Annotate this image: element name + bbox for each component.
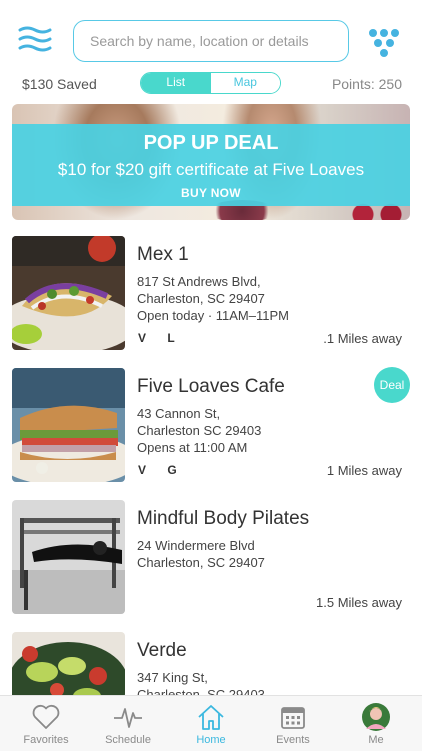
tab-schedule[interactable]: Schedule bbox=[93, 696, 163, 751]
listing-name: Verde bbox=[137, 640, 187, 661]
address-line: Charleston SC 29403 bbox=[137, 423, 262, 438]
address-line: 43 Cannon St, bbox=[137, 406, 221, 421]
savings-label: $130 Saved bbox=[22, 76, 97, 92]
points-label: Points: 250 bbox=[332, 76, 402, 92]
dietary-tags: V L bbox=[138, 331, 175, 345]
list-item[interactable]: Mindful Body Pilates 24 Windermere Blvd … bbox=[0, 500, 422, 616]
address-line: 347 King St, bbox=[137, 670, 208, 685]
search-box[interactable] bbox=[73, 20, 349, 62]
tab-bar: Favorites Schedule Home Events Me bbox=[0, 695, 422, 751]
listing-name: Five Loaves Cafe bbox=[137, 376, 285, 397]
pulse-icon bbox=[114, 708, 142, 728]
listing-name: Mindful Body Pilates bbox=[137, 508, 310, 529]
listing-address: 43 Cannon St, Charleston SC 29403 Opens … bbox=[137, 405, 261, 456]
view-toggle[interactable]: List Map bbox=[140, 72, 281, 94]
tab-label: Home bbox=[196, 734, 226, 746]
tab-home[interactable]: Home bbox=[176, 696, 246, 751]
tab-me[interactable]: Me bbox=[341, 696, 411, 751]
promo-banner[interactable]: POP UP DEAL $10 for $20 gift certificate… bbox=[12, 104, 410, 220]
map-toggle[interactable]: Map bbox=[210, 73, 280, 93]
search-input[interactable] bbox=[88, 32, 348, 50]
tab-label: Favorites bbox=[23, 734, 69, 746]
listing-distance: 1.5 Miles away bbox=[316, 595, 402, 610]
calendar-icon bbox=[281, 707, 305, 729]
heart-icon bbox=[32, 704, 60, 729]
top-bar bbox=[0, 0, 422, 72]
listing-hours: Opens at 11:00 AM bbox=[137, 440, 248, 455]
points-value: 250 bbox=[378, 76, 402, 92]
buy-now-button[interactable]: BUY NOW bbox=[12, 186, 410, 200]
listing-distance: .1 Miles away bbox=[323, 331, 402, 346]
tab-label: Events bbox=[276, 734, 310, 746]
listing-thumbnail bbox=[12, 632, 125, 695]
tab-label: Me bbox=[368, 734, 384, 746]
list-toggle[interactable]: List bbox=[141, 73, 211, 93]
address-line: Charleston, SC 29403 bbox=[137, 687, 265, 695]
filter-icon[interactable] bbox=[367, 28, 401, 58]
avatar bbox=[362, 703, 390, 731]
list-item[interactable]: Verde 347 King St, Charleston, SC 29403 bbox=[0, 632, 422, 695]
list-item[interactable]: Five Loaves Cafe 43 Cannon St, Charlesto… bbox=[0, 368, 422, 484]
address-line: Charleston, SC 29407 bbox=[137, 555, 265, 570]
listing-thumbnail bbox=[12, 236, 125, 350]
listing-hours: Open today · 11AM–11PM bbox=[137, 308, 289, 323]
address-line: 817 St Andrews Blvd, bbox=[137, 274, 261, 289]
listing-address: 24 Windermere Blvd Charleston, SC 29407 bbox=[137, 537, 265, 571]
tab-events[interactable]: Events bbox=[258, 696, 328, 751]
listing-list: Mex 1 817 St Andrews Blvd, Charleston, S… bbox=[0, 236, 422, 695]
listing-thumbnail bbox=[12, 368, 125, 482]
points-caption: Points: bbox=[331, 76, 379, 92]
dietary-tags: V G bbox=[138, 463, 177, 477]
banner-title: POP UP DEAL bbox=[143, 132, 279, 154]
listing-address: 817 St Andrews Blvd, Charleston, SC 2940… bbox=[137, 273, 289, 324]
address-line: 24 Windermere Blvd bbox=[137, 538, 255, 553]
listing-thumbnail bbox=[12, 500, 125, 614]
tab-label: Schedule bbox=[105, 734, 151, 746]
listing-distance: 1 Miles away bbox=[326, 463, 402, 478]
listing-name: Mex 1 bbox=[137, 244, 189, 265]
listing-address: 347 King St, Charleston, SC 29403 bbox=[137, 669, 265, 695]
banner-subtitle: $10 for $20 gift certificate at Five Loa… bbox=[57, 160, 365, 179]
list-item[interactable]: Mex 1 817 St Andrews Blvd, Charleston, S… bbox=[0, 236, 422, 352]
home-icon bbox=[198, 705, 224, 730]
menu-icon[interactable] bbox=[18, 26, 52, 54]
status-row: $130 Saved List Map Points: 250 bbox=[0, 72, 422, 96]
address-line: Charleston, SC 29407 bbox=[137, 291, 265, 306]
tab-favorites[interactable]: Favorites bbox=[11, 696, 81, 751]
deal-badge[interactable]: Deal bbox=[374, 367, 410, 403]
